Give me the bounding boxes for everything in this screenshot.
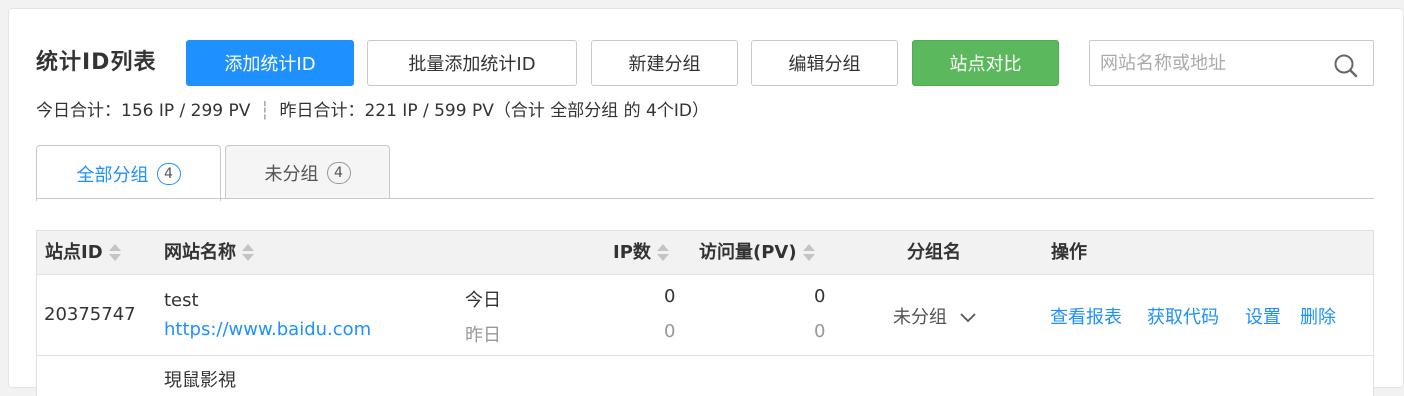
- delete-link[interactable]: 删除: [1300, 303, 1336, 329]
- site-id: 20375747: [44, 304, 136, 325]
- column-site-name[interactable]: 网站名称: [164, 231, 254, 275]
- table-header: 站点ID 网站名称 IP数 访问量(PV) 分组名 操作: [36, 230, 1374, 275]
- add-stat-id-button[interactable]: 添加统计ID: [186, 40, 354, 86]
- sort-icon[interactable]: [242, 244, 254, 262]
- site-name: 現鼠影視: [164, 370, 236, 391]
- sort-icon[interactable]: [108, 244, 121, 262]
- column-group: 分组名: [907, 242, 961, 263]
- page-title: 统计ID列表: [36, 50, 157, 75]
- tabs-divider: [36, 198, 1374, 199]
- tab-count-badge: 4: [326, 161, 351, 184]
- sort-icon[interactable]: [802, 244, 815, 262]
- group-select-value: 未分组: [893, 307, 947, 328]
- column-ip[interactable]: IP数: [613, 231, 669, 275]
- today-pv: 0: [814, 286, 826, 307]
- tab-all-groups[interactable]: 全部分组 4: [36, 145, 221, 201]
- search-input[interactable]: [1100, 41, 1330, 85]
- column-site-id[interactable]: 站点ID: [45, 231, 121, 275]
- yesterday-ip: 0: [664, 321, 676, 342]
- site-url-link[interactable]: https://www.baidu.com: [164, 319, 371, 340]
- yesterday-total: 昨日合计：221 IP / 599 PV（合计 全部分组 的 4个ID）: [279, 101, 709, 121]
- column-pv[interactable]: 访问量(PV): [699, 231, 815, 275]
- table-row: 20375747 test https://www.baidu.com 今日 昨…: [36, 275, 1374, 356]
- table-row: 現鼠影視: [36, 356, 1374, 396]
- batch-add-stat-id-button[interactable]: 批量添加统计ID: [367, 40, 577, 86]
- search-box: [1089, 40, 1374, 86]
- search-icon[interactable]: [1333, 53, 1359, 79]
- summary-separator: ┆: [259, 101, 271, 121]
- tab-label: 未分组: [264, 163, 319, 185]
- column-actions: 操作: [1051, 242, 1087, 263]
- group-select[interactable]: 未分组: [893, 303, 977, 329]
- summary-line: 今日合计：156 IP / 299 PV ┆ 昨日合计：221 IP / 599…: [36, 96, 709, 121]
- today-total: 今日合计：156 IP / 299 PV: [36, 101, 251, 121]
- site-compare-button[interactable]: 站点对比: [912, 40, 1059, 86]
- chevron-down-icon: [960, 313, 976, 323]
- yesterday-label: 昨日: [465, 325, 501, 346]
- today-label: 今日: [465, 290, 501, 311]
- site-name: test: [164, 290, 199, 311]
- get-code-link[interactable]: 获取代码: [1147, 303, 1219, 329]
- sort-icon[interactable]: [656, 244, 669, 262]
- column-label: 访问量(PV): [699, 242, 797, 263]
- column-label: 网站名称: [164, 242, 236, 263]
- today-ip: 0: [664, 286, 676, 307]
- new-group-button[interactable]: 新建分组: [591, 40, 738, 86]
- edit-group-button[interactable]: 编辑分组: [751, 40, 898, 86]
- column-label: 站点ID: [45, 242, 103, 263]
- column-label: IP数: [613, 242, 651, 263]
- tab-label: 全部分组: [76, 164, 149, 186]
- view-report-link[interactable]: 查看报表: [1050, 303, 1122, 329]
- tab-ungrouped[interactable]: 未分组 4: [225, 145, 390, 199]
- tab-count-badge: 4: [156, 162, 181, 185]
- yesterday-pv: 0: [814, 321, 826, 342]
- settings-link[interactable]: 设置: [1245, 303, 1281, 329]
